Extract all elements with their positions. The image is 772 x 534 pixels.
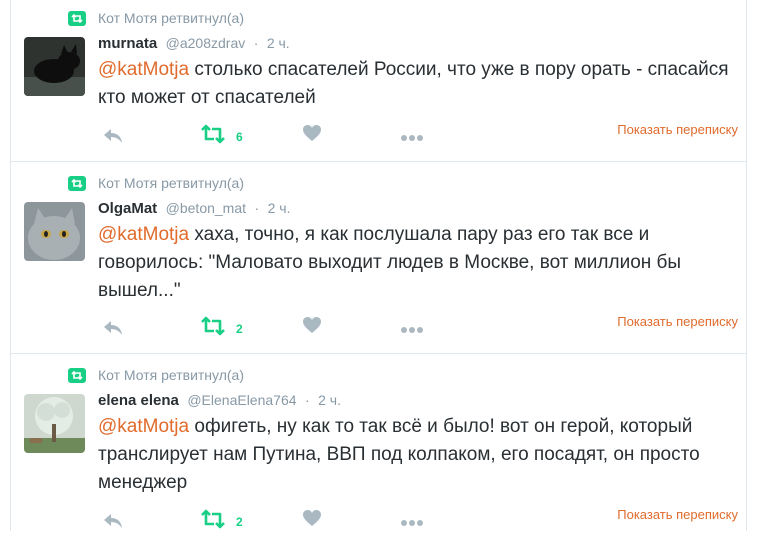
retweet-context: Кот Мотя ретвитнул(а): [68, 10, 244, 26]
retweeted-by-label: Кот Мотя ретвитнул(а): [98, 10, 245, 26]
tweet-item[interactable]: Кот Мотя ретвитнул(а) murnata @a208zdrav…: [0, 0, 772, 161]
retweet-icon: [200, 124, 226, 149]
tweet-time[interactable]: 2 ч.: [318, 392, 341, 408]
reply-button[interactable]: [102, 319, 124, 341]
show-conversation-link[interactable]: Показать переписку: [617, 507, 738, 522]
mention-link[interactable]: @katMotja: [98, 224, 189, 245]
user-handle[interactable]: @a208zdrav: [166, 35, 246, 51]
separator-dot: ·: [254, 200, 260, 216]
more-button[interactable]: [400, 514, 424, 532]
more-button[interactable]: [400, 129, 424, 147]
more-icon: [400, 514, 424, 532]
tweet-body: офигеть, ну как то так всё и было! вот о…: [98, 416, 700, 493]
tweet-divider: [10, 161, 746, 162]
retweet-icon: [200, 316, 226, 341]
separator-dot: ·: [253, 35, 259, 51]
retweet-context: Кот Мотя ретвитнул(а): [68, 367, 244, 383]
retweet-badge-icon: [68, 10, 86, 26]
retweet-count: 6: [236, 129, 243, 144]
avatar[interactable]: [24, 202, 85, 261]
heart-icon: [302, 316, 322, 339]
show-conversation-link[interactable]: Показать переписку: [617, 314, 738, 329]
show-conversation-link[interactable]: Показать переписку: [617, 122, 738, 137]
tweet-body: столько спасателей России, что уже в пор…: [98, 59, 729, 108]
tweet-item[interactable]: Кот Мотя ретвитнул(а) elena elena @Elena…: [0, 357, 772, 531]
avatar[interactable]: [24, 394, 85, 453]
tweet-text: @katMotja столько спасателей России, что…: [98, 56, 738, 112]
retweet-button[interactable]: 2: [200, 509, 243, 534]
more-button[interactable]: [400, 321, 424, 339]
mention-link[interactable]: @katMotja: [98, 416, 189, 437]
tweet-actions: 2 Показать переписку: [98, 314, 738, 341]
retweet-button[interactable]: 6: [200, 124, 243, 149]
retweet-badge-icon: [68, 175, 86, 191]
reply-icon: [102, 319, 124, 341]
user-handle[interactable]: @beton_mat: [166, 200, 246, 216]
tweet-text: @katMotja хаха, точно, я как послушала п…: [98, 221, 738, 305]
heart-icon: [302, 124, 322, 147]
tweet-text: @katMotja офигеть, ну как то так всё и б…: [98, 413, 738, 497]
like-button[interactable]: [302, 124, 322, 147]
user-handle[interactable]: @ElenaElena764: [187, 392, 296, 408]
like-button[interactable]: [302, 509, 322, 532]
more-icon: [400, 129, 424, 147]
more-icon: [400, 321, 424, 339]
retweet-badge-icon: [68, 367, 86, 383]
reply-icon: [102, 127, 124, 149]
retweet-icon: [200, 509, 226, 534]
retweeted-by-label: Кот Мотя ретвитнул(а): [98, 367, 245, 383]
reply-button[interactable]: [102, 127, 124, 149]
tweet-time[interactable]: 2 ч.: [268, 200, 291, 216]
tweet-actions: 2 Показать переписку: [98, 507, 738, 534]
separator-dot: ·: [304, 392, 310, 408]
tweet-item[interactable]: Кот Мотя ретвитнул(а) OlgaMat @beton_mat…: [0, 165, 772, 353]
retweet-count: 2: [236, 514, 243, 529]
retweet-count: 2: [236, 321, 243, 336]
tweet-header: murnata @a208zdrav · 2 ч.: [98, 35, 290, 53]
avatar[interactable]: [24, 37, 85, 96]
tweet-header: elena elena @ElenaElena764 · 2 ч.: [98, 392, 341, 410]
retweeted-by-label: Кот Мотя ретвитнул(а): [98, 175, 245, 191]
heart-icon: [302, 509, 322, 532]
user-name[interactable]: OlgaMat: [98, 200, 157, 217]
tweet-header: OlgaMat @beton_mat · 2 ч.: [98, 200, 290, 218]
like-button[interactable]: [302, 316, 322, 339]
tweet-actions: 6 Показать переписку: [98, 122, 738, 149]
retweet-button[interactable]: 2: [200, 316, 243, 341]
tweet-divider: [10, 353, 746, 354]
tweet-time[interactable]: 2 ч.: [267, 35, 290, 51]
retweet-context: Кот Мотя ретвитнул(а): [68, 175, 244, 191]
user-name[interactable]: murnata: [98, 35, 157, 52]
user-name[interactable]: elena elena: [98, 392, 179, 409]
mention-link[interactable]: @katMotja: [98, 59, 189, 80]
